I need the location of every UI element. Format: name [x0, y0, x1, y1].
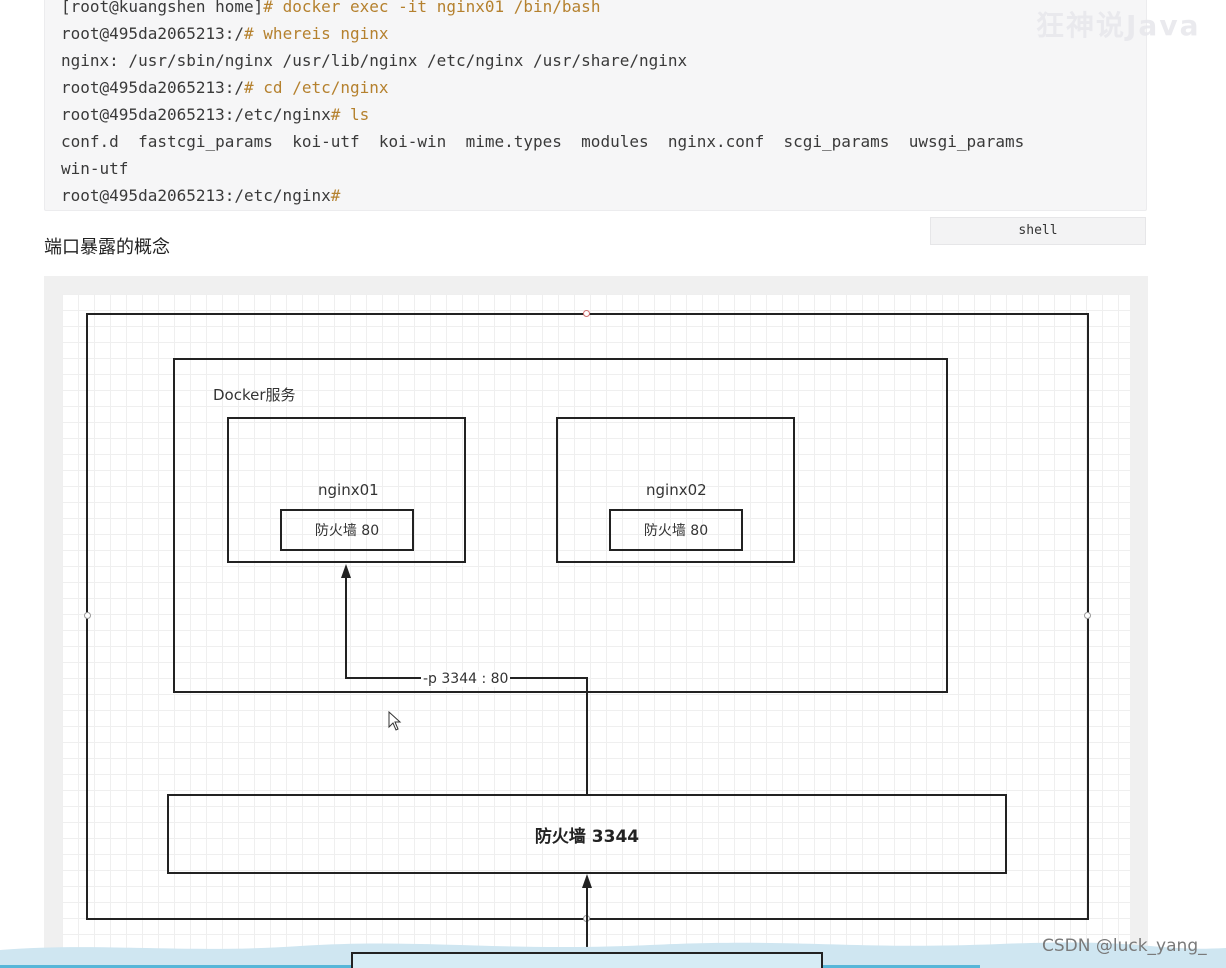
mouse-cursor-icon: [388, 711, 402, 731]
resize-handle[interactable]: [84, 612, 91, 619]
code-line: [root@kuangshen home]# docker exec -it n…: [61, 0, 601, 16]
resize-handle[interactable]: [583, 310, 590, 317]
port-mapping-label: -p 3344 : 80: [421, 671, 511, 687]
section-heading: 端口暴露的概念: [44, 237, 170, 258]
container-nginx01-firewall: 防火墙 80: [280, 509, 414, 551]
csdn-watermark: CSDN @luck_yang_: [1042, 936, 1207, 956]
container-nginx01-name: nginx01: [318, 481, 379, 499]
code-line: root@495da2065213:/etc/nginx#: [61, 186, 341, 205]
code-line: win-utf: [61, 159, 129, 178]
resize-handle[interactable]: [1084, 612, 1091, 619]
bottom-box-edge: [351, 952, 823, 968]
container-nginx02-name: nginx02: [646, 481, 707, 499]
code-line: root@495da2065213:/# cd /etc/nginx: [61, 78, 389, 97]
firewall-label: 防火墙 80: [314, 523, 380, 539]
code-line: nginx: /usr/sbin/nginx /usr/lib/nginx /e…: [61, 51, 688, 70]
watermark-logo: 狂神说Java: [1036, 9, 1201, 42]
host-firewall-box: 防火墙 3344: [167, 794, 1007, 874]
code-line: root@495da2065213:/etc/nginx# ls: [61, 105, 370, 124]
code-line: root@495da2065213:/# whereis nginx: [61, 24, 389, 43]
docker-service-label: Docker服务: [213, 386, 296, 404]
resize-handle[interactable]: [583, 915, 590, 922]
code-line: conf.d fastcgi_params koi-utf koi-win mi…: [61, 132, 1025, 151]
container-nginx02-firewall: 防火墙 80: [609, 509, 743, 551]
code-block: [root@kuangshen home]# docker exec -it n…: [44, 0, 1147, 211]
code-language-tag[interactable]: shell: [930, 217, 1146, 245]
host-firewall-label: 防火墙 3344: [534, 826, 640, 847]
firewall-label: 防火墙 80: [643, 523, 709, 539]
